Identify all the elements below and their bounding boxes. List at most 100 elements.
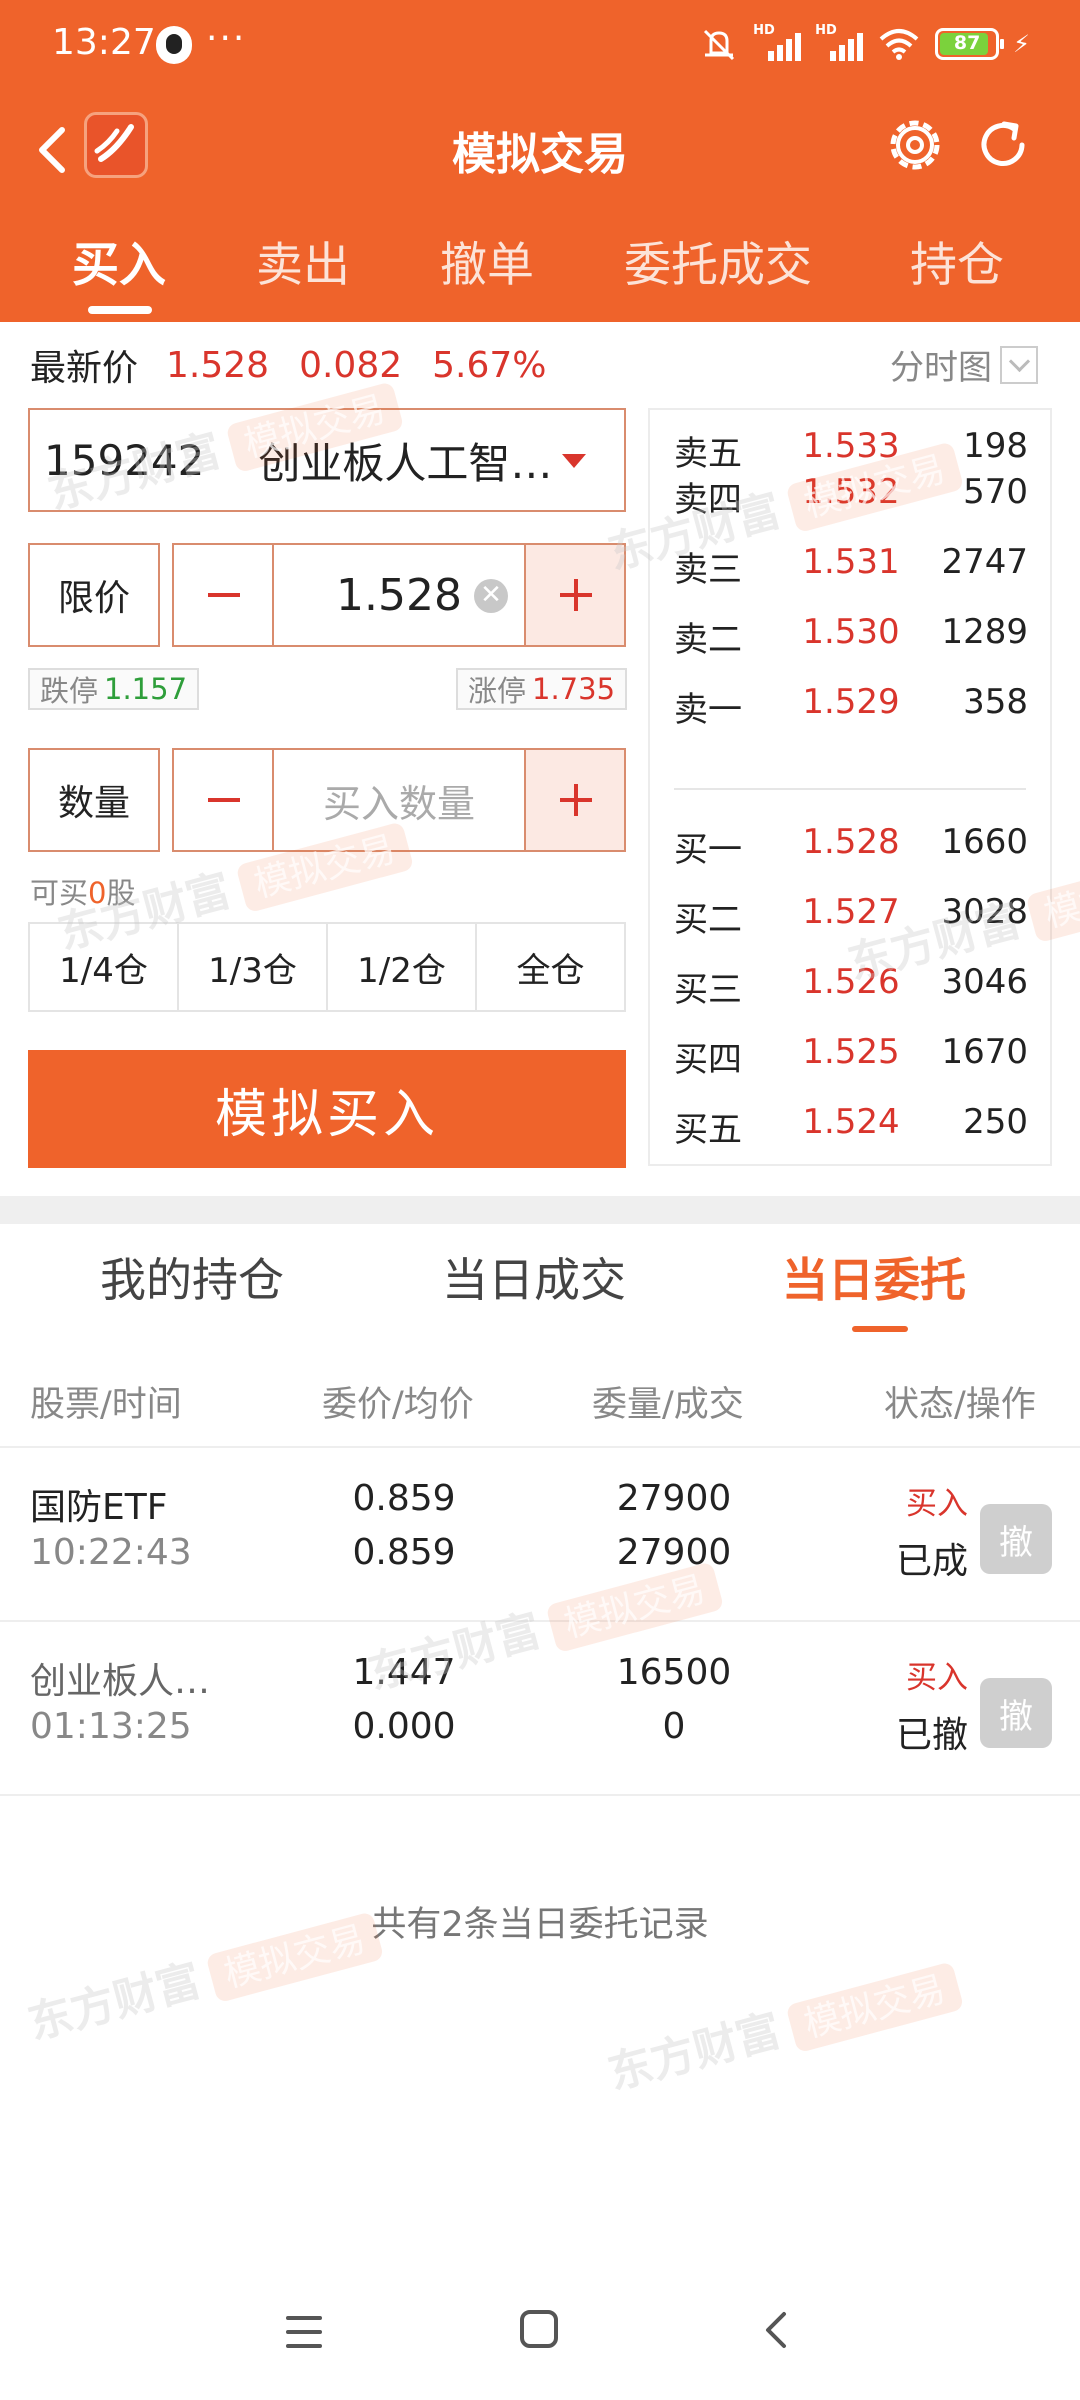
- order-count-summary: 共有2条当日委托记录: [371, 1905, 709, 1945]
- order-status: 已撤: [895, 1715, 968, 1756]
- limit-up-value: 1.735: [532, 672, 616, 706]
- refresh-icon[interactable]: [970, 112, 1036, 178]
- cancel-order-button[interactable]: 撤: [980, 1504, 1052, 1574]
- column-header: 股票/时间: [30, 1385, 182, 1425]
- bid-row[interactable]: 买五 1.524 250: [650, 1090, 1050, 1160]
- tab-orders-deals[interactable]: 委托成交: [624, 226, 812, 295]
- limit-down-tag[interactable]: 跌停 1.157: [28, 668, 200, 710]
- time-chart-toggle[interactable]: 分时图: [890, 340, 1038, 389]
- stock-selector[interactable]: 159242 创业板人工智…: [28, 408, 626, 512]
- simulated-buy-button[interactable]: 模拟买入: [28, 1050, 626, 1168]
- available-value: 0: [88, 876, 107, 910]
- bid-row[interactable]: 买四 1.525 1670: [650, 1020, 1050, 1090]
- order-quantity: 27900: [616, 1478, 732, 1519]
- position-size-buttons: 1/4仓 1/3仓 1/2仓 全仓: [28, 922, 626, 1012]
- limit-down-value: 1.157: [104, 672, 188, 706]
- price-change: 0.082: [299, 344, 403, 386]
- table-row[interactable]: 国防ETF 10:22:43 0.859 0.859 27900 27900 买…: [0, 1450, 1080, 1622]
- limit-down-label: 跌停: [40, 674, 99, 708]
- limit-up-tag[interactable]: 涨停 1.735: [456, 668, 628, 710]
- bid-price: 1.524: [802, 1102, 900, 1142]
- half-position-button[interactable]: 1/2仓: [328, 924, 477, 1010]
- app-header: 13:27 ··· HD HD 87 ⚡ 模拟交易 买入 卖出 撤单 委托成交 …: [0, 0, 1080, 322]
- section-divider: [0, 1196, 1080, 1224]
- order-time: 01:13:25: [30, 1706, 192, 1747]
- recent-apps-icon[interactable]: [286, 2314, 322, 2350]
- order-quantity: 16500: [616, 1652, 732, 1693]
- filled-quantity: 0: [662, 1706, 686, 1747]
- full-position-button[interactable]: 全仓: [477, 924, 624, 1010]
- order-stock-name: 创业板人…: [30, 1661, 211, 1702]
- tab-cancel-order[interactable]: 撤单: [440, 226, 534, 295]
- column-header: 委量/成交: [592, 1385, 744, 1425]
- ask-row[interactable]: 卖二 1.530 1289: [650, 600, 1050, 670]
- ask-label: 卖四: [674, 480, 742, 520]
- bid-volume: 250: [963, 1102, 1028, 1142]
- table-row[interactable]: 创业板人… 01:13:25 1.447 0.000 16500 0 买入 已撤…: [0, 1624, 1080, 1796]
- wifi-icon: [877, 27, 921, 61]
- latest-price-label: 最新价: [30, 348, 139, 389]
- ask-label: 卖三: [674, 550, 742, 590]
- tab-today-deals[interactable]: 当日成交: [442, 1244, 626, 1310]
- ask-price: 1.532: [802, 472, 900, 512]
- home-icon[interactable]: [520, 2310, 558, 2348]
- quantity-input[interactable]: 买入数量: [274, 750, 524, 850]
- tab-buy[interactable]: 买入: [72, 226, 166, 295]
- quarter-position-button[interactable]: 1/4仓: [30, 924, 179, 1010]
- bid-price: 1.526: [802, 962, 900, 1002]
- system-nav-bar: [0, 2280, 1080, 2380]
- order-side: 买入: [906, 1660, 968, 1696]
- trade-tabs: 买入 卖出 撤单 委托成交 持仓: [0, 220, 1080, 322]
- price-type-button[interactable]: 限价: [28, 543, 160, 647]
- tab-sell[interactable]: 卖出: [256, 226, 350, 295]
- avg-price: 0.859: [352, 1532, 456, 1573]
- order-time: 10:22:43: [30, 1532, 192, 1573]
- price-change-pct: 5.67%: [432, 344, 547, 386]
- latest-quote: 最新价 1.528 0.082 5.67%: [30, 340, 577, 390]
- ask-volume: 570: [963, 472, 1028, 512]
- clear-icon[interactable]: ✕: [474, 579, 508, 613]
- active-subtab-indicator: [852, 1326, 908, 1332]
- chevron-down-icon: [1000, 345, 1038, 384]
- bid-row[interactable]: 买一 1.528 1660: [650, 810, 1050, 880]
- order-book: 卖五 1.533 198 卖四 1.532 570 卖三 1.531 2747 …: [648, 408, 1052, 1166]
- quantity-plus-button[interactable]: [524, 750, 624, 850]
- tab-today-orders[interactable]: 当日委托: [782, 1244, 966, 1310]
- ask-row[interactable]: 卖一 1.529 358: [650, 670, 1050, 740]
- charging-icon: ⚡: [1013, 30, 1030, 58]
- order-status: 已成: [895, 1541, 968, 1582]
- price-stepper: 1.528 ✕: [172, 543, 626, 647]
- order-price: 0.859: [352, 1478, 456, 1519]
- tab-holdings[interactable]: 持仓: [910, 226, 1004, 295]
- order-side: 买入: [906, 1486, 968, 1522]
- limit-up-label: 涨停: [468, 674, 527, 708]
- bid-label: 买四: [674, 1040, 742, 1080]
- third-position-button[interactable]: 1/3仓: [179, 924, 328, 1010]
- bid-row[interactable]: 买三 1.526 3046: [650, 950, 1050, 1020]
- tab-my-holdings[interactable]: 我的持仓: [100, 1244, 284, 1310]
- settings-gear-icon[interactable]: [882, 112, 948, 178]
- qq-icon: [156, 26, 192, 64]
- price-plus-button[interactable]: [524, 545, 624, 645]
- price-minus-button[interactable]: [174, 545, 274, 645]
- watermark: 东方财富 模拟交易: [600, 1947, 965, 2102]
- bid-row[interactable]: 买二 1.527 3028: [650, 880, 1050, 950]
- ask-label: 卖二: [674, 620, 742, 660]
- bid-price: 1.527: [802, 892, 900, 932]
- column-header: 状态/操作: [884, 1385, 1036, 1425]
- ask-row[interactable]: 卖四 1.532 570: [650, 460, 1050, 530]
- cancel-order-button[interactable]: 撤: [980, 1678, 1052, 1748]
- ask-volume: 2747: [941, 542, 1028, 582]
- more-notifications-icon: ···: [206, 18, 247, 59]
- bid-volume: 3028: [941, 892, 1028, 932]
- ask-volume: 1289: [941, 612, 1028, 652]
- battery-icon: 87: [935, 28, 1005, 60]
- status-bar: 13:27 ··· HD HD 87 ⚡: [0, 0, 1080, 90]
- quantity-minus-button[interactable]: [174, 750, 274, 850]
- bid-price: 1.528: [802, 822, 900, 862]
- bid-label: 买五: [674, 1110, 742, 1150]
- status-icons: HD HD 87 ⚡: [699, 23, 1030, 64]
- ask-row[interactable]: 卖三 1.531 2747: [650, 530, 1050, 600]
- quantity-label: 数量: [28, 748, 160, 852]
- system-back-icon[interactable]: [758, 2310, 798, 2350]
